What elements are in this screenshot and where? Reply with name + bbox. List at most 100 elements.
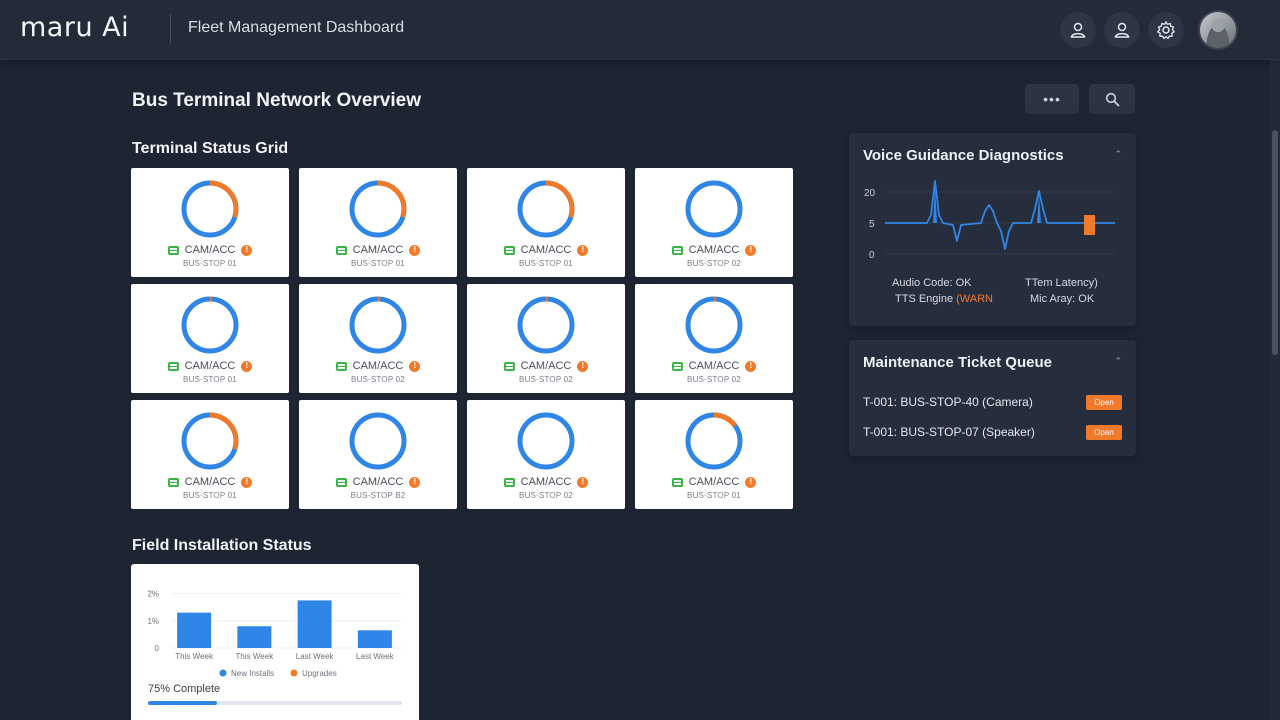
card-stop-id: BUS-STOP 02 xyxy=(687,375,741,384)
card-stop-id: BUS-STOP 01 xyxy=(183,375,237,384)
terminal-card[interactable]: CAM/ACC! BUS-STOP 02 xyxy=(635,168,793,277)
alert-icon[interactable]: ! xyxy=(409,244,421,256)
user-icon xyxy=(1070,22,1086,38)
tts-engine-status: TTS Engine (WARN xyxy=(895,293,993,305)
status-ring-ok xyxy=(685,296,743,354)
scrollbar-thumb[interactable] xyxy=(1272,130,1278,355)
diag-y-tick: 5 xyxy=(869,219,875,230)
user-icon xyxy=(1114,22,1130,38)
avatar[interactable] xyxy=(1198,10,1238,50)
legend-label: Upgrades xyxy=(302,669,337,678)
alert-icon[interactable]: ! xyxy=(577,244,589,256)
voice-waveform-chart: 20 5 0 xyxy=(864,180,1115,261)
alert-icon[interactable]: ! xyxy=(241,360,253,372)
status-ring xyxy=(517,180,575,238)
more-button[interactable]: ••• xyxy=(1025,84,1079,114)
status-ring-ok xyxy=(181,296,239,354)
camera-icon xyxy=(335,361,347,371)
alert-icon[interactable]: ! xyxy=(241,244,253,256)
chart-bar xyxy=(297,600,332,648)
voice-diagnostics-panel: Voice Guidance Diagnostics ⌃ 20 5 0 Audi… xyxy=(849,133,1136,326)
installation-bar-chart: 2% 1% 0 This Week This Week Last Week Last Wee… xyxy=(147,590,402,678)
alert-icon[interactable]: ! xyxy=(745,244,757,256)
chart-x-tick: This Week xyxy=(175,652,214,661)
user-button[interactable] xyxy=(1060,12,1096,48)
card-stop-id: BUS-STOP 01 xyxy=(183,259,237,268)
terminal-card[interactable]: CAM/ACC! BUS-STOP 01 xyxy=(131,400,289,509)
installation-progress-bar xyxy=(148,701,402,705)
complete-label: 75% Complete xyxy=(148,683,221,695)
diag-y-tick: 20 xyxy=(864,188,876,199)
scrollbar[interactable] xyxy=(1270,60,1280,720)
alert-icon[interactable]: ! xyxy=(409,360,421,372)
ticket-row[interactable]: T-001: BUS-STOP-07 (Speaker) Opan xyxy=(849,417,1136,447)
status-ring xyxy=(181,296,239,354)
ticket-status-badge[interactable]: Open xyxy=(1086,394,1122,410)
header-divider xyxy=(170,14,171,44)
alert-icon[interactable]: ! xyxy=(577,360,589,372)
voice-diagnostics-title: Voice Guidance Diagnostics xyxy=(863,147,1064,164)
status-ring xyxy=(685,412,743,470)
chart-y-tick: 1% xyxy=(147,617,159,626)
alert-icon[interactable]: ! xyxy=(577,476,589,488)
collapse-icon[interactable]: ⌃ xyxy=(1114,149,1122,160)
card-stop-id: BUS-STOP 02 xyxy=(519,375,573,384)
card-label: CAM/ACC xyxy=(352,244,404,256)
camera-icon xyxy=(671,245,683,255)
status-ring xyxy=(349,180,407,238)
terminal-card[interactable]: CAM/ACC! BUS-STOP B2 xyxy=(299,400,457,509)
card-status-line: CAM/ACC! xyxy=(671,244,757,256)
legend-label: New Installs xyxy=(231,669,274,678)
terminal-card[interactable]: CAM/ACC! BUS-STOP 02 xyxy=(299,284,457,393)
terminal-card[interactable]: CAM/ACC! BUS-STOP 01 xyxy=(131,284,289,393)
alert-icon[interactable]: ! xyxy=(241,476,253,488)
terminal-card[interactable]: CAM/ACC! BUS-STOP 01 xyxy=(299,168,457,277)
card-status-line: CAM/ACC! xyxy=(503,476,589,488)
card-stop-id: BUS-STOP 02 xyxy=(351,375,405,384)
card-stop-id: BUS-STOP 02 xyxy=(687,259,741,268)
card-status-line: CAM/ACC! xyxy=(503,360,589,372)
card-label: CAM/ACC xyxy=(184,360,236,372)
status-ring xyxy=(685,296,743,354)
terminal-card[interactable]: CAM/ACC! BUS-STOP 02 xyxy=(467,284,625,393)
card-label: CAM/ACC xyxy=(688,360,740,372)
card-label: CAM/ACC xyxy=(184,244,236,256)
alert-icon[interactable]: ! xyxy=(745,476,757,488)
terminal-card[interactable]: CAM/ACC! BUS-STOP 01 xyxy=(467,168,625,277)
status-ring-ok xyxy=(517,412,575,470)
card-status-line: CAM/ACC! xyxy=(671,476,757,488)
field-installation-title: Field Installation Status xyxy=(132,537,312,554)
chart-bar xyxy=(237,626,272,648)
tts-engine-warning: (WARN xyxy=(956,293,994,305)
settings-button[interactable] xyxy=(1148,12,1184,48)
ticket-label: T-001: BUS-STOP-40 (Camera) xyxy=(863,395,1033,409)
status-ring xyxy=(181,180,239,238)
collapse-icon[interactable]: ⌃ xyxy=(1114,356,1122,367)
card-label: CAM/ACC xyxy=(520,244,572,256)
chart-x-tick: Last Week xyxy=(356,652,395,661)
terminal-card[interactable]: CAM/ACC! BUS-STOP 02 xyxy=(635,284,793,393)
latency-status: TTem Latency) xyxy=(1025,277,1098,289)
app-logo[interactable]: maru Ai xyxy=(20,12,129,43)
card-status-line: CAM/ACC! xyxy=(335,244,421,256)
alert-icon[interactable]: ! xyxy=(409,476,421,488)
card-label: CAM/ACC xyxy=(520,476,572,488)
maintenance-title: Maintenance Ticket Queue xyxy=(863,354,1052,371)
alert-icon[interactable]: ! xyxy=(745,360,757,372)
card-label: CAM/ACC xyxy=(688,476,740,488)
status-ring xyxy=(517,412,575,470)
terminal-card[interactable]: CAM/ACC! BUS-STOP 02 xyxy=(467,400,625,509)
terminal-card[interactable]: CAM/ACC! BUS-STOP 01 xyxy=(131,168,289,277)
more-icon: ••• xyxy=(1043,91,1061,107)
camera-icon xyxy=(335,245,347,255)
camera-icon xyxy=(167,245,179,255)
card-status-line: CAM/ACC! xyxy=(167,244,253,256)
terminal-card[interactable]: CAM/ACC! BUS-STOP 01 xyxy=(635,400,793,509)
search-button[interactable] xyxy=(1089,84,1135,114)
ticket-status-badge[interactable]: Opan xyxy=(1086,424,1122,440)
profile-button[interactable] xyxy=(1104,12,1140,48)
chart-y-tick: 0 xyxy=(155,644,160,653)
ticket-row[interactable]: T-001: BUS-STOP-40 (Camera) Open xyxy=(849,387,1136,417)
legend-swatch xyxy=(290,669,298,677)
card-status-line: CAM/ACC! xyxy=(503,244,589,256)
